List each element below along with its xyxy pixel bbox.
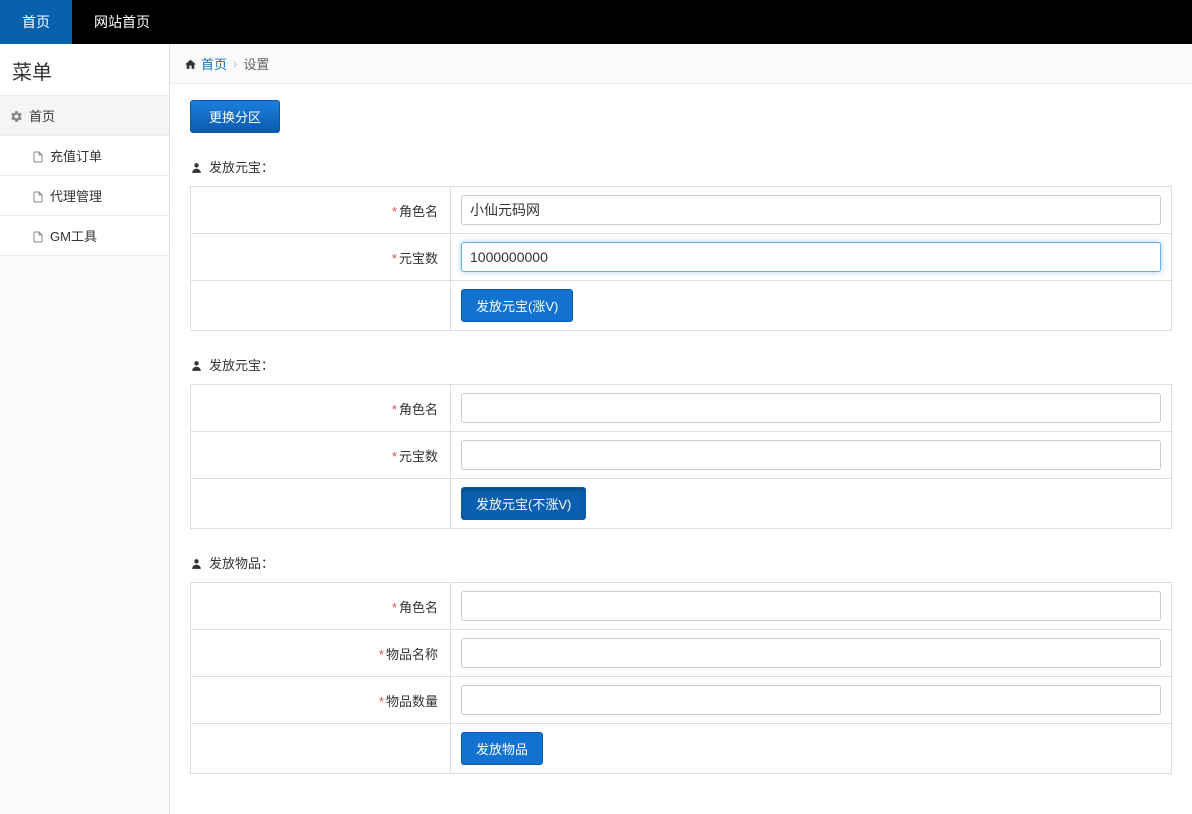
tab-site-home[interactable]: 网站首页 — [72, 0, 172, 44]
file-icon — [32, 228, 44, 243]
label-role-name: *角色名 — [191, 385, 451, 432]
person-icon — [190, 357, 203, 372]
person-icon — [190, 159, 203, 174]
section-title-text: 发放元宝： — [209, 157, 274, 176]
label-item-count: *物品数量 — [191, 677, 451, 724]
submit-issue-item[interactable]: 发放物品 — [461, 732, 543, 765]
person-icon — [190, 555, 203, 570]
form-issue-item: *角色名 *物品名称 *物品数量 发放物品 — [190, 582, 1172, 774]
main-content: 首页 › 设置 更换分区 发放元宝： *角色名 *元宝数 — [170, 44, 1192, 814]
file-icon — [32, 148, 44, 163]
breadcrumb: 首页 › 设置 — [170, 44, 1192, 84]
input-yuanbao-count-2[interactable] — [461, 440, 1161, 470]
sidebar-title: 菜单 — [0, 44, 169, 96]
label-yuanbao-count: *元宝数 — [191, 432, 451, 479]
label-item-name: *物品名称 — [191, 630, 451, 677]
sidebar-item-label: GM工具 — [50, 226, 97, 245]
section-title-issue-yuanbao-1: 发放元宝： — [190, 157, 1172, 176]
input-item-name[interactable] — [461, 638, 1161, 668]
home-icon — [184, 56, 197, 71]
input-role-name-2[interactable] — [461, 393, 1161, 423]
breadcrumb-current: 设置 — [243, 54, 269, 73]
sidebar-group-home[interactable]: 首页 — [0, 96, 169, 136]
breadcrumb-home-link[interactable]: 首页 — [201, 54, 227, 73]
tab-home[interactable]: 首页 — [0, 0, 72, 44]
sidebar-item-label: 代理管理 — [50, 186, 102, 205]
form-issue-yuanbao-1: *角色名 *元宝数 发放元宝(涨V) — [190, 186, 1172, 331]
file-icon — [32, 188, 44, 203]
section-title-issue-yuanbao-2: 发放元宝： — [190, 355, 1172, 374]
sidebar: 菜单 首页 充值订单 代理管理 GM工具 — [0, 44, 170, 814]
sidebar-item-agent[interactable]: 代理管理 — [0, 176, 169, 216]
section-title-text: 发放物品： — [209, 553, 274, 572]
form-issue-yuanbao-2: *角色名 *元宝数 发放元宝(不涨V) — [190, 384, 1172, 529]
breadcrumb-separator: › — [233, 56, 237, 71]
submit-issue-yuanbao-no-v[interactable]: 发放元宝(不涨V) — [461, 487, 586, 520]
sidebar-group-label: 首页 — [29, 106, 55, 125]
input-yuanbao-count-1[interactable] — [461, 242, 1161, 272]
label-role-name: *角色名 — [191, 187, 451, 234]
label-role-name: *角色名 — [191, 583, 451, 630]
change-zone-button[interactable]: 更换分区 — [190, 100, 280, 133]
sidebar-item-recharge[interactable]: 充值订单 — [0, 136, 169, 176]
input-role-name-3[interactable] — [461, 591, 1161, 621]
gear-icon — [10, 108, 23, 123]
section-title-issue-item: 发放物品： — [190, 553, 1172, 572]
top-nav: 首页 网站首页 — [0, 0, 1192, 44]
sidebar-item-label: 充值订单 — [50, 146, 102, 165]
input-item-count[interactable] — [461, 685, 1161, 715]
sidebar-item-gm-tools[interactable]: GM工具 — [0, 216, 169, 256]
submit-issue-yuanbao-v[interactable]: 发放元宝(涨V) — [461, 289, 573, 322]
input-role-name-1[interactable] — [461, 195, 1161, 225]
label-yuanbao-count: *元宝数 — [191, 234, 451, 281]
section-title-text: 发放元宝： — [209, 355, 274, 374]
